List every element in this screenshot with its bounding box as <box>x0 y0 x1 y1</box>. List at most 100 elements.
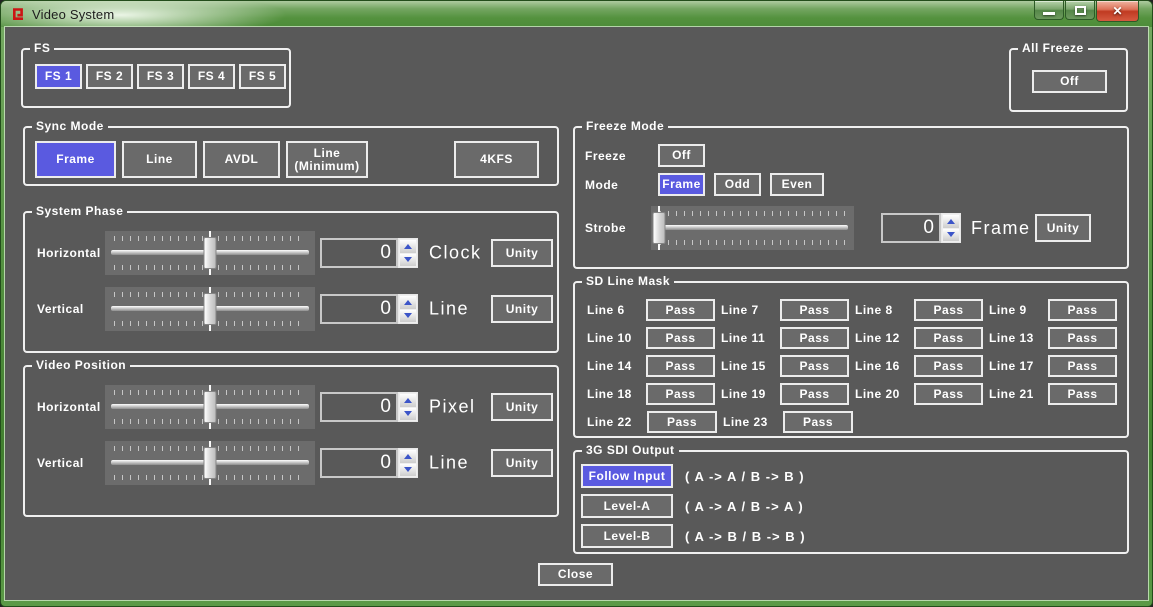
strobe-value[interactable]: 0 <box>881 213 941 243</box>
frame-unit-label: Frame <box>971 218 1031 239</box>
slider-handle[interactable] <box>204 293 217 325</box>
line-15-label: Line 15 <box>721 359 776 373</box>
line-20-pass-button[interactable]: Pass <box>914 383 983 405</box>
window-title: Video System <box>32 7 114 22</box>
line-15-pass-button[interactable]: Pass <box>780 355 849 377</box>
slider-handle[interactable] <box>204 447 217 479</box>
slider-groove <box>657 225 848 230</box>
spin-up-button[interactable] <box>943 215 959 228</box>
system-phase-horizontal-spinner <box>398 238 418 268</box>
strobe-label: Strobe <box>585 221 626 235</box>
mode-even-button[interactable]: Even <box>770 173 824 196</box>
fs4-button[interactable]: FS 4 <box>188 64 235 89</box>
video-position-horizontal-value[interactable]: 0 <box>320 392 398 422</box>
line-21-pass-button[interactable]: Pass <box>1048 383 1117 405</box>
spin-down-button[interactable] <box>400 310 416 323</box>
sync-line-button[interactable]: Line <box>122 141 197 178</box>
line-23-pass-button[interactable]: Pass <box>783 411 853 433</box>
line-19-pass-button[interactable]: Pass <box>780 383 849 405</box>
line-22-pass-button[interactable]: Pass <box>647 411 717 433</box>
minimize-button[interactable] <box>1034 1 1064 20</box>
video-position-horizontal-unity-button[interactable]: Unity <box>491 393 553 421</box>
line-8-pass-button[interactable]: Pass <box>914 299 983 321</box>
system-phase-horizontal-slider[interactable] <box>105 231 315 275</box>
maximize-button[interactable] <box>1065 1 1095 20</box>
arrow-up-icon <box>404 454 412 459</box>
strobe-slider[interactable] <box>651 206 854 250</box>
spin-up-button[interactable] <box>400 394 416 407</box>
spin-down-button[interactable] <box>400 464 416 477</box>
spin-down-button[interactable] <box>400 254 416 267</box>
sdi-option-row: Level-A ( A -> A / B -> A ) <box>581 494 804 518</box>
level-b-button[interactable]: Level-B <box>581 524 673 548</box>
strobe-unity-button[interactable]: Unity <box>1035 214 1091 242</box>
line-8-label: Line 8 <box>855 303 910 317</box>
fs-group: FS FS 1 FS 2 FS 3 FS 4 FS 5 <box>21 48 291 108</box>
all-freeze-off-button[interactable]: Off <box>1032 70 1107 93</box>
slider-handle[interactable] <box>204 391 217 423</box>
system-phase-vertical-unity-button[interactable]: Unity <box>491 295 553 323</box>
system-phase-vertical-slider[interactable] <box>105 287 315 331</box>
titlebar[interactable]: Video System ✕ <box>1 1 1152 27</box>
line-13-pass-button[interactable]: Pass <box>1048 327 1117 349</box>
system-phase-group-label: System Phase <box>32 204 127 219</box>
arrow-up-icon <box>947 219 955 224</box>
video-position-vertical-slider[interactable] <box>105 441 315 485</box>
arrow-down-icon <box>404 411 412 416</box>
line-14-label: Line 14 <box>587 359 642 373</box>
sync-frame-button[interactable]: Frame <box>35 141 116 178</box>
level-a-button[interactable]: Level-A <box>581 494 673 518</box>
line-6-pass-button[interactable]: Pass <box>646 299 715 321</box>
mode-frame-button[interactable]: Frame <box>658 173 705 196</box>
system-phase-horizontal-value[interactable]: 0 <box>320 238 398 268</box>
sync-avdl-button[interactable]: AVDL <box>203 141 280 178</box>
line-17-pass-button[interactable]: Pass <box>1048 355 1117 377</box>
line-16-pass-button[interactable]: Pass <box>914 355 983 377</box>
video-position-vertical-unity-button[interactable]: Unity <box>491 449 553 477</box>
line-12-pass-button[interactable]: Pass <box>914 327 983 349</box>
sync-line-minimum-button[interactable]: Line (Minimum) <box>286 141 368 178</box>
slider-handle[interactable] <box>204 237 217 269</box>
line-11-pass-button[interactable]: Pass <box>780 327 849 349</box>
spin-up-button[interactable] <box>400 296 416 309</box>
video-position-vertical-spinner <box>398 448 418 478</box>
system-phase-horizontal-unity-button[interactable]: Unity <box>491 239 553 267</box>
spin-up-button[interactable] <box>400 450 416 463</box>
line-9-pass-button[interactable]: Pass <box>1048 299 1117 321</box>
line-18-pass-button[interactable]: Pass <box>646 383 715 405</box>
line-16-label: Line 16 <box>855 359 910 373</box>
sync-4kfs-button[interactable]: 4KFS <box>454 141 539 178</box>
fs5-button[interactable]: FS 5 <box>239 64 286 89</box>
freeze-off-button[interactable]: Off <box>658 144 705 167</box>
spin-down-button[interactable] <box>943 229 959 242</box>
window-controls: ✕ <box>1033 1 1139 22</box>
system-phase-group: System Phase Horizontal 0 Clock Unity <box>23 211 559 353</box>
value-text: 0 <box>380 298 391 320</box>
spin-up-button[interactable] <box>400 240 416 253</box>
arrow-down-icon <box>404 313 412 318</box>
arrow-down-icon <box>404 467 412 472</box>
close-window-button[interactable]: ✕ <box>1096 1 1139 22</box>
video-position-horizontal-slider[interactable] <box>105 385 315 429</box>
close-button[interactable]: Close <box>538 563 613 586</box>
mask-row: Line 6 Pass Line 7 Pass Line 8 Pass Line… <box>587 296 1123 324</box>
video-position-vertical-value[interactable]: 0 <box>320 448 398 478</box>
line-6-label: Line 6 <box>587 303 642 317</box>
line-14-pass-button[interactable]: Pass <box>646 355 715 377</box>
slider-handle[interactable] <box>653 212 666 244</box>
system-phase-vertical-value[interactable]: 0 <box>320 294 398 324</box>
line-17-label: Line 17 <box>989 359 1044 373</box>
follow-input-button[interactable]: Follow Input <box>581 464 673 488</box>
sd-line-mask-group-label: SD Line Mask <box>582 274 674 289</box>
line-10-pass-button[interactable]: Pass <box>646 327 715 349</box>
line-7-pass-button[interactable]: Pass <box>780 299 849 321</box>
line-22-label: Line 22 <box>587 415 643 429</box>
fs1-button[interactable]: FS 1 <box>35 64 82 89</box>
fs2-button[interactable]: FS 2 <box>86 64 133 89</box>
fs3-button[interactable]: FS 3 <box>137 64 184 89</box>
mode-odd-button[interactable]: Odd <box>714 173 761 196</box>
spin-down-button[interactable] <box>400 408 416 421</box>
arrow-down-icon <box>404 257 412 262</box>
system-phase-vertical-spinner <box>398 294 418 324</box>
slider-ticks <box>660 240 845 245</box>
